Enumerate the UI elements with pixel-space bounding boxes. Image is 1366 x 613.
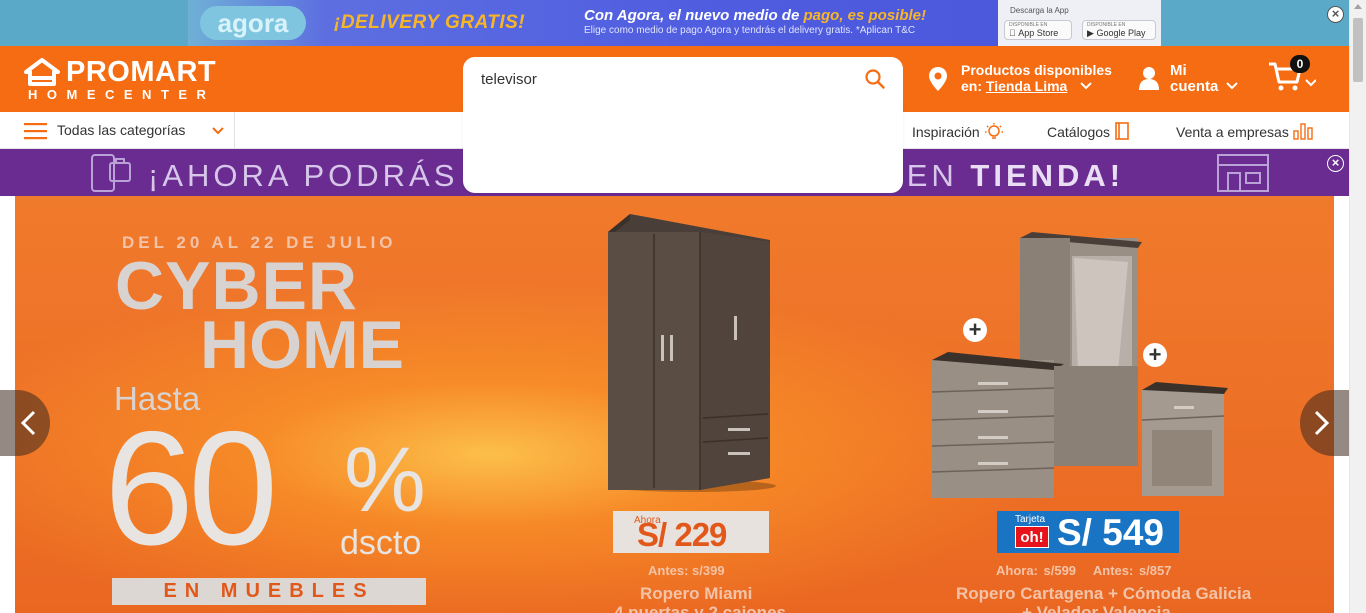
ropero-miami-price-tag: Ahora S/ 229	[613, 511, 769, 553]
pickup-text-c: TIENDA!	[970, 158, 1125, 193]
hero-dscto: dscto	[340, 524, 422, 562]
ropero-miami-price: S/ 229	[637, 516, 727, 553]
all-categories-label: Todas las categorías	[57, 122, 186, 138]
hero-discount-number: 60	[104, 398, 278, 579]
delivery-gratis-text: ¡DELIVERY GRATIS!	[334, 12, 526, 33]
account-line2: cuenta	[1170, 78, 1219, 95]
hero-muebles-label: EN MUEBLES	[112, 578, 426, 605]
search-bar	[463, 57, 903, 101]
scrollbar-thumb[interactable]	[1353, 18, 1363, 82]
storefront-icon	[1217, 154, 1269, 192]
ropero-cartagena-other-prices: Ahora: s/599 Antes: s/857	[996, 563, 1171, 578]
promo-headline-a: Con Agora, el nuevo medio de	[584, 7, 804, 24]
search-icon[interactable]	[865, 69, 885, 89]
user-icon	[1139, 67, 1159, 90]
promo-subline: Elige como medio de pago Agora y tendrás…	[584, 25, 916, 36]
location-pin-icon	[929, 67, 947, 91]
agora-logo: agora	[200, 6, 306, 40]
ropero-cartagena-price-tag: Tarjeta oh! S/ 549	[997, 511, 1179, 553]
store-line1: Productos disponibles	[961, 62, 1112, 78]
app-store-label: App Store	[1009, 28, 1058, 38]
nav-business-label: Venta a empresas	[1176, 124, 1289, 140]
search-suggestions-dropdown	[463, 101, 903, 193]
chevron-down-icon	[1080, 82, 1092, 90]
app-store-badge[interactable]: DISPONIBLE EN  App Store	[1004, 20, 1072, 40]
chevron-left-icon	[20, 410, 36, 436]
hamburger-menu-icon	[24, 123, 47, 140]
close-pickup-banner-button[interactable]: ×	[1327, 155, 1344, 172]
nav-inspiration[interactable]: Inspiración	[912, 122, 1004, 140]
ropero-miami-name-line2: 4 puertas y 2 cajones	[614, 603, 786, 613]
ropero-miami-before-price: Antes: s/399	[648, 563, 725, 578]
nav-catalogs-label: Catálogos	[1047, 124, 1111, 140]
search-input[interactable]	[481, 65, 841, 93]
phone-shopping-icon	[91, 154, 131, 192]
hero-title-home: HOME	[200, 307, 404, 383]
oh-card-logo: oh!	[1015, 526, 1049, 548]
close-top-banner-button[interactable]: ×	[1327, 6, 1344, 23]
catalog-book-icon	[1115, 122, 1129, 140]
page: agora ¡DELIVERY GRATIS! Con Agora, el nu…	[0, 0, 1366, 613]
play-icon: ▶	[1087, 28, 1094, 38]
ropero-cartagena-name: Ropero Cartagena + Cómoda Galicia	[956, 584, 1252, 603]
chevron-down-icon	[1226, 82, 1238, 90]
scroll-up-arrow-icon[interactable]	[1354, 4, 1362, 9]
pickup-text-a: ¡AHORA PODRÁS	[148, 158, 459, 193]
product-hotspot-plus-2[interactable]: +	[1143, 343, 1167, 367]
product-hotspot-plus-1[interactable]: +	[963, 318, 987, 342]
brand-subtitle: HOMECENTER	[28, 87, 216, 102]
nav-business-sales[interactable]: Venta a empresas	[1176, 122, 1313, 140]
ropero-cartagena-price: S/ 549	[1057, 512, 1164, 553]
promart-logo[interactable]: PROMART HOMECENTER	[24, 56, 236, 102]
hero-percent-sign: %	[344, 429, 426, 531]
house-icon	[24, 58, 60, 86]
account-line1: Mi	[1170, 62, 1187, 79]
top-promo-banner[interactable]: agora ¡DELIVERY GRATIS! Con Agora, el nu…	[0, 0, 1349, 46]
ropero-cartagena-name-line2: + Velador Valencia	[1022, 603, 1171, 613]
store-prefix: en:	[961, 78, 982, 94]
brand-name: PROMART	[66, 56, 217, 88]
all-categories-menu[interactable]: Todas las categorías	[0, 112, 235, 149]
chevron-right-icon	[1314, 410, 1330, 436]
promo-headline-b: pago, es posible!	[803, 7, 927, 24]
card-price-label: Tarjeta	[1015, 514, 1046, 525]
ropero-cartagena-set-image[interactable]	[928, 232, 1233, 507]
cart-count-badge: 0	[1290, 55, 1310, 73]
google-play-label: Google Play	[1096, 28, 1146, 38]
nav-catalogs[interactable]: Catálogos	[1047, 122, 1130, 140]
download-app-caption: Descarga la App	[1010, 6, 1069, 15]
google-play-badge[interactable]: DISPONIBLE EN ▶ Google Play	[1082, 20, 1156, 40]
store-name: Tienda Lima	[985, 78, 1068, 94]
ropero-cartagena-before-price: Antes: s/857	[1092, 563, 1172, 578]
apple-icon: 	[1009, 28, 1016, 38]
ropero-miami-name: Ropero Miami	[640, 584, 753, 603]
lightbulb-icon	[984, 123, 1003, 139]
page-scrollbar[interactable]	[1349, 0, 1366, 613]
bar-chart-icon	[1293, 123, 1313, 140]
ropero-cartagena-now-price: Ahora: s/599	[996, 563, 1077, 578]
ropero-miami-image[interactable]	[600, 210, 780, 495]
nav-inspiration-label: Inspiración	[912, 124, 980, 140]
chevron-down-icon	[212, 127, 224, 135]
store-line2: en: Tienda Lima	[961, 78, 1067, 94]
promo-headline: Con Agora, el nuevo medio de pago, es po…	[584, 7, 926, 24]
